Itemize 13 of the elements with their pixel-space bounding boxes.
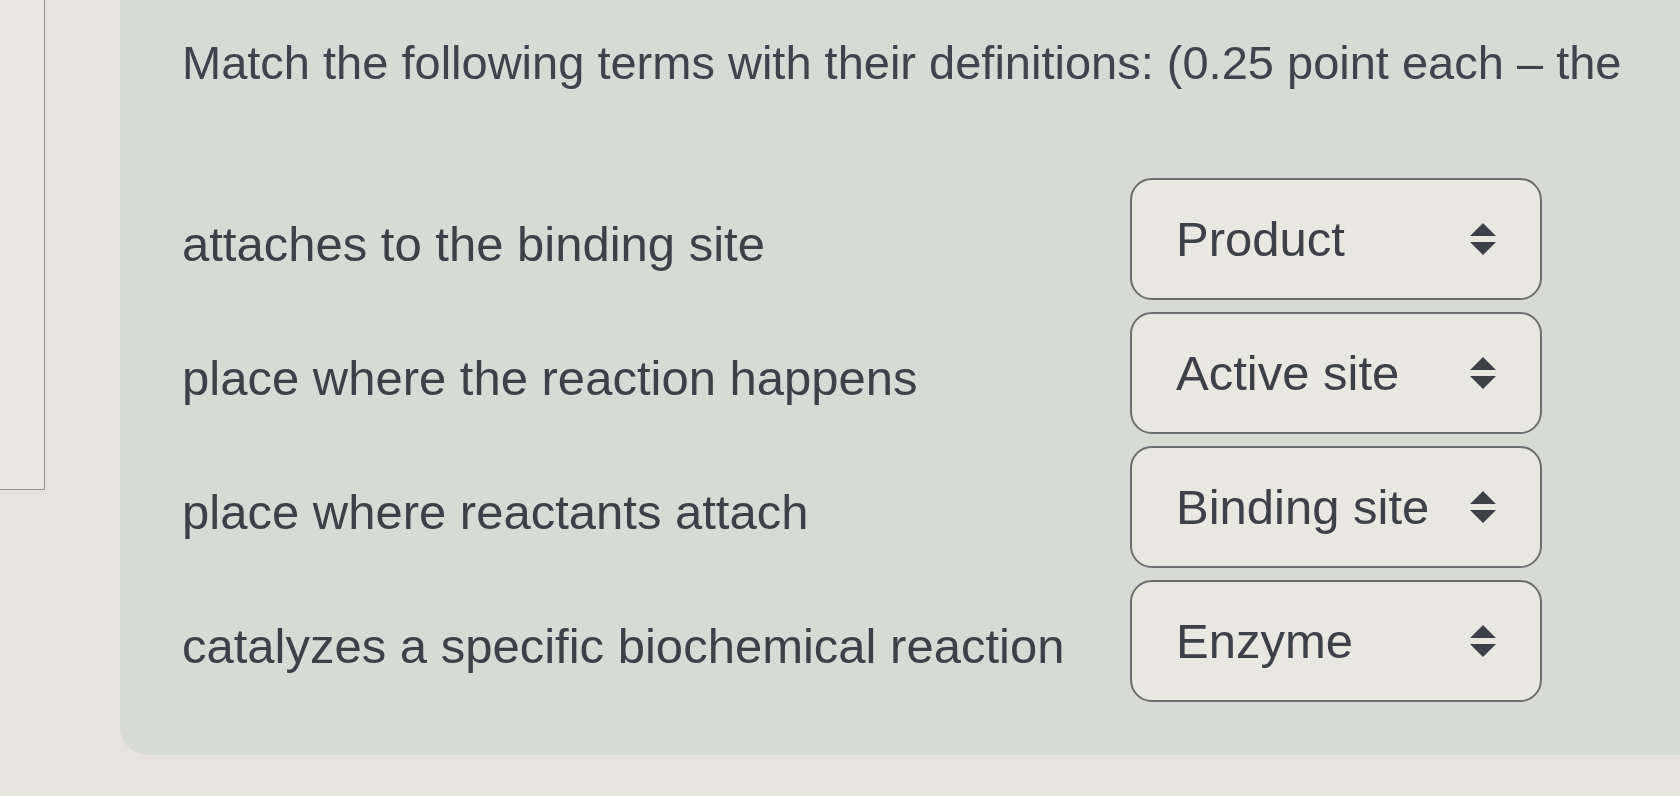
dropdown-select[interactable]: Active site — [1130, 312, 1542, 434]
dropdown-select[interactable]: Enzyme — [1130, 580, 1542, 702]
definition-text: place where reactants attach — [182, 484, 810, 540]
definition-text: attaches to the binding site — [182, 216, 766, 272]
definition-text: catalyzes a specific biochemical reaction — [182, 618, 1066, 674]
dropdown-select[interactable]: Binding site — [1130, 446, 1542, 568]
up-down-arrows-icon — [1470, 357, 1496, 389]
up-down-arrows-icon — [1470, 223, 1496, 255]
up-down-arrows-icon — [1470, 625, 1496, 657]
definition-text: place where the reaction happens — [182, 350, 919, 406]
question-prompt: Match the following terms with their definitions: (0.25 point each – the — [182, 35, 1622, 91]
up-down-arrows-icon — [1470, 491, 1496, 523]
dropdown-select[interactable]: Product — [1130, 178, 1542, 300]
